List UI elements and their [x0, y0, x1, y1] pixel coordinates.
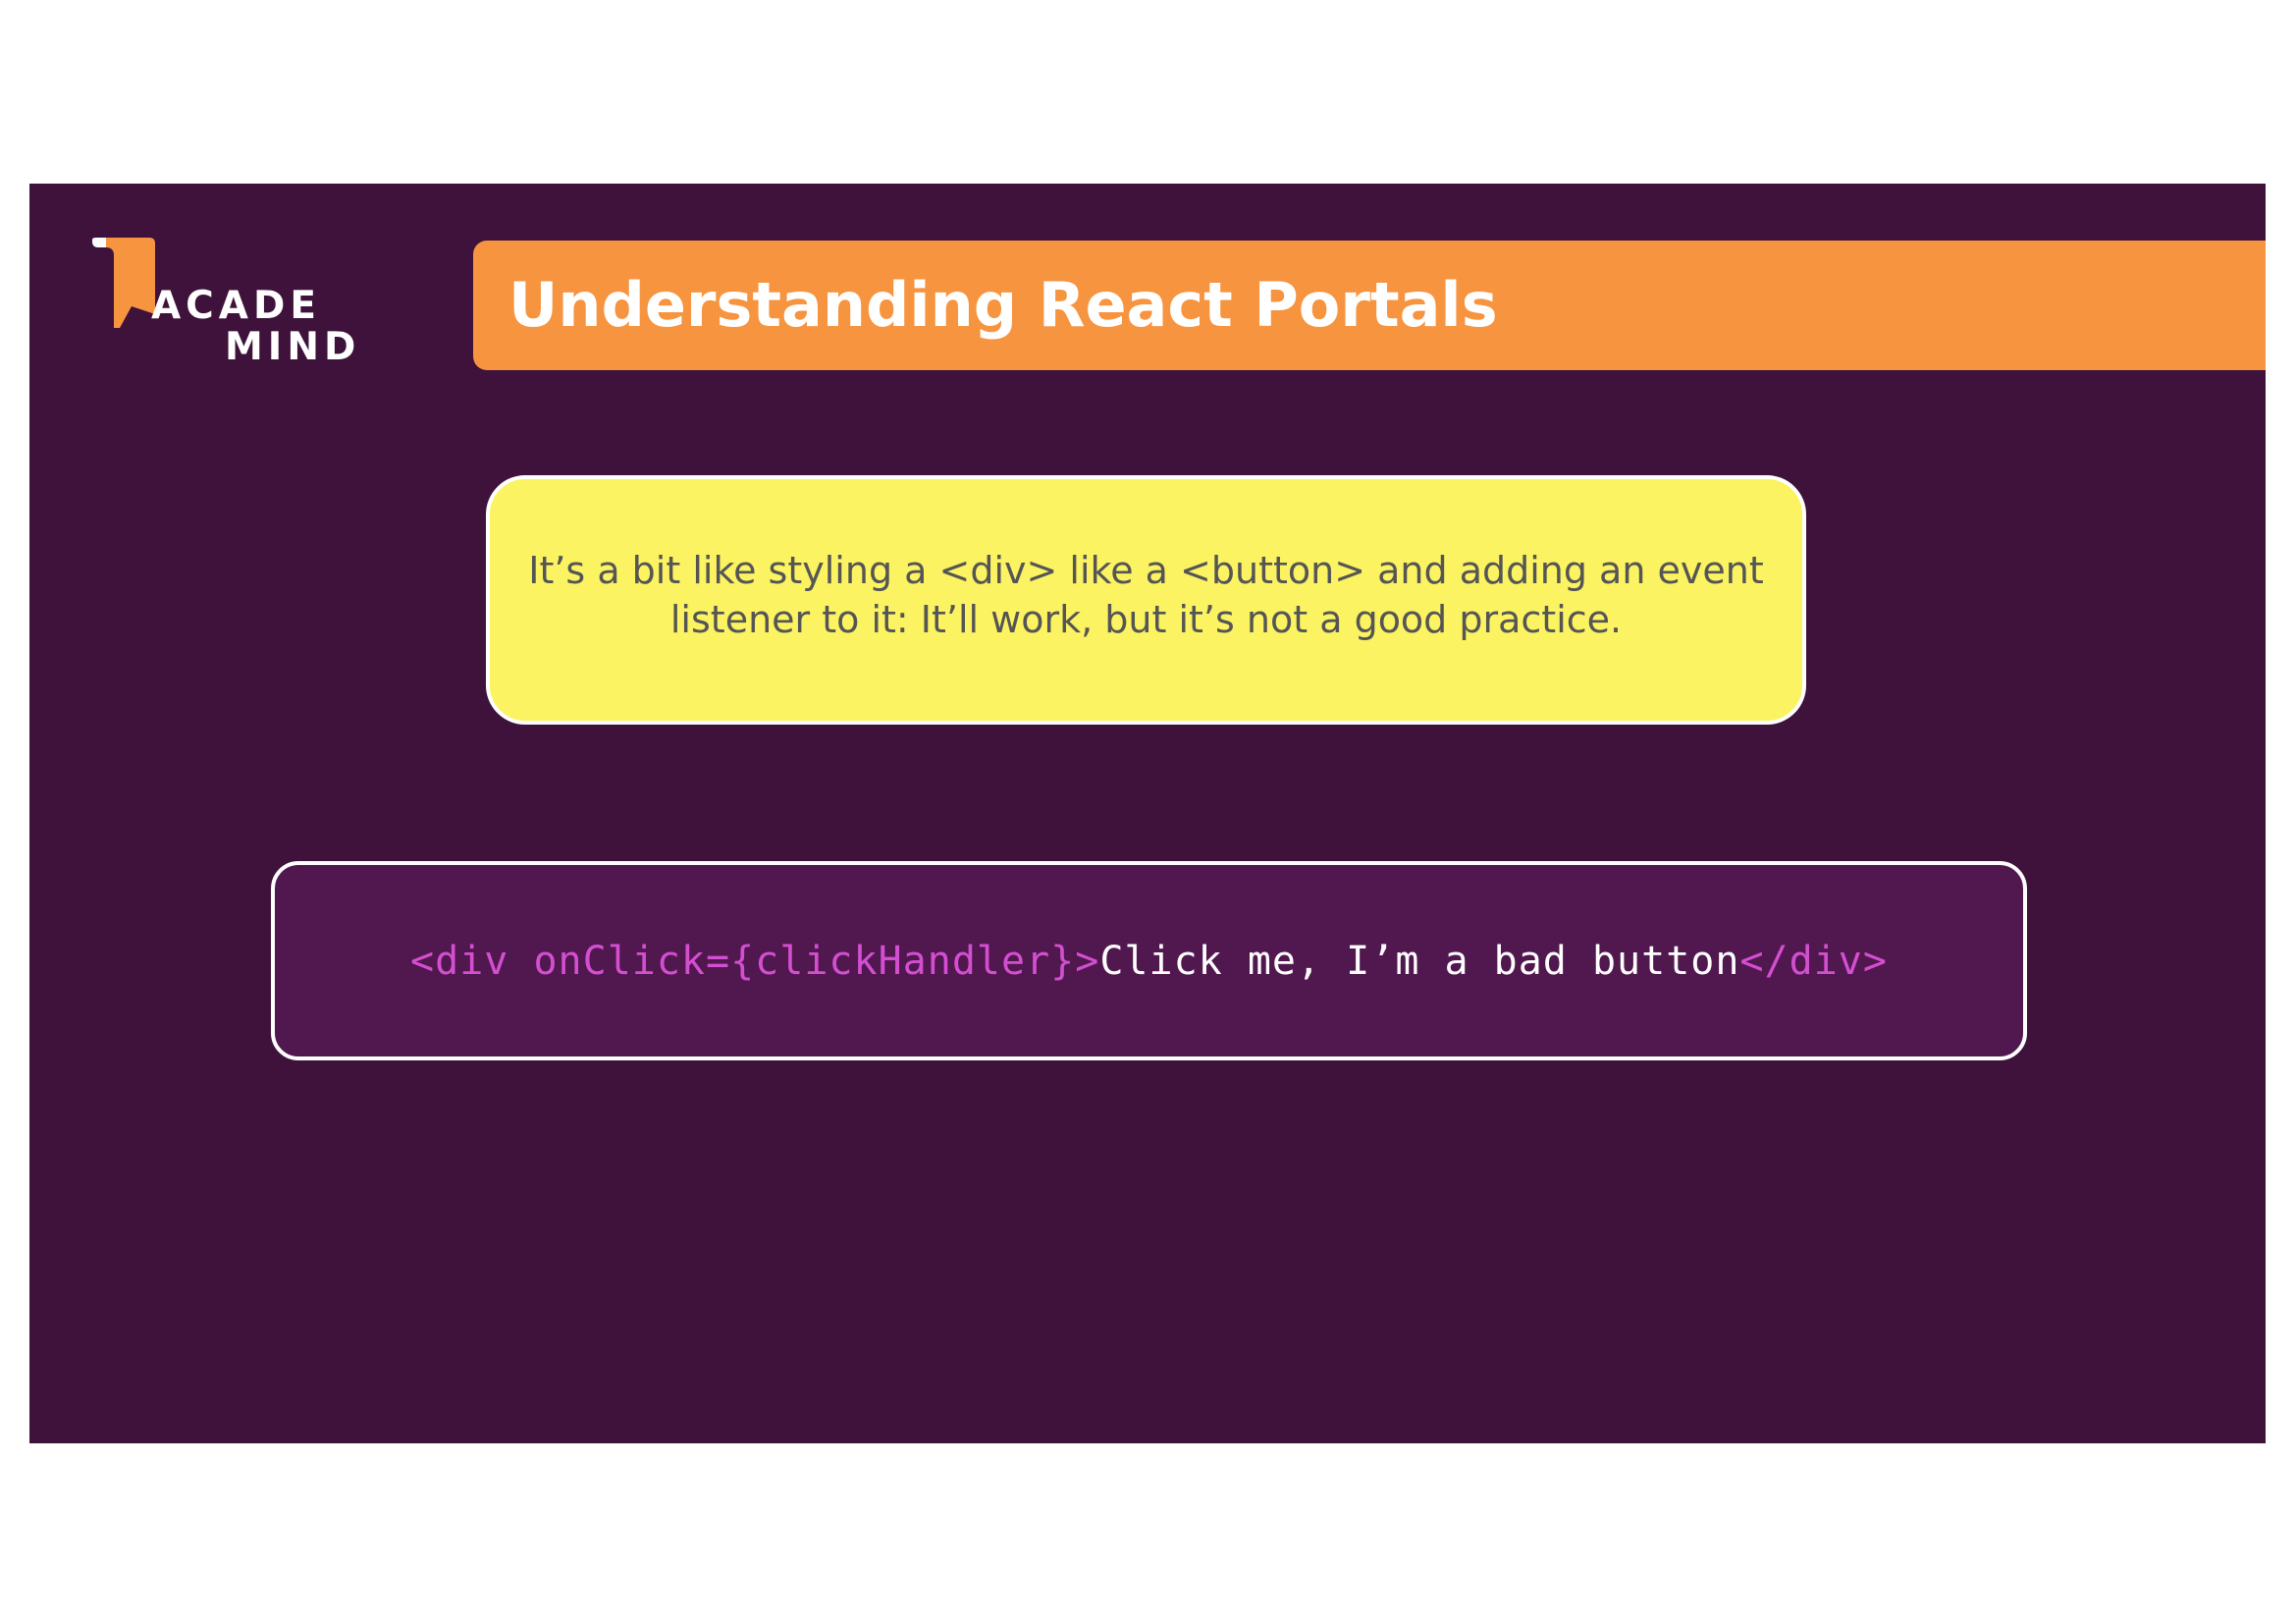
- academind-logo: ACADE MIND: [92, 238, 355, 375]
- code-example-box: <div onClick={clickHandler}>Click me, I’…: [271, 861, 2027, 1060]
- slide: ACADE MIND Understanding React Portals I…: [29, 184, 2266, 1443]
- code-content: Click me, I’m a bad button: [1099, 938, 1740, 984]
- code-open-tag: <div onClick={clickHandler}>: [410, 938, 1100, 984]
- slide-title: Understanding React Portals: [508, 269, 1498, 341]
- title-banner: Understanding React Portals: [473, 241, 2266, 370]
- code-close-tag: </div>: [1739, 938, 1888, 984]
- logo-text-line2: MIND: [225, 325, 361, 369]
- logo-text-line1: ACADE: [151, 284, 322, 328]
- analogy-note-box: It’s a bit like styling a <div> like a <…: [486, 475, 1806, 725]
- code-example: <div onClick={clickHandler}>Click me, I’…: [410, 939, 1888, 984]
- analogy-note-text: It’s a bit like styling a <div> like a <…: [528, 549, 1764, 641]
